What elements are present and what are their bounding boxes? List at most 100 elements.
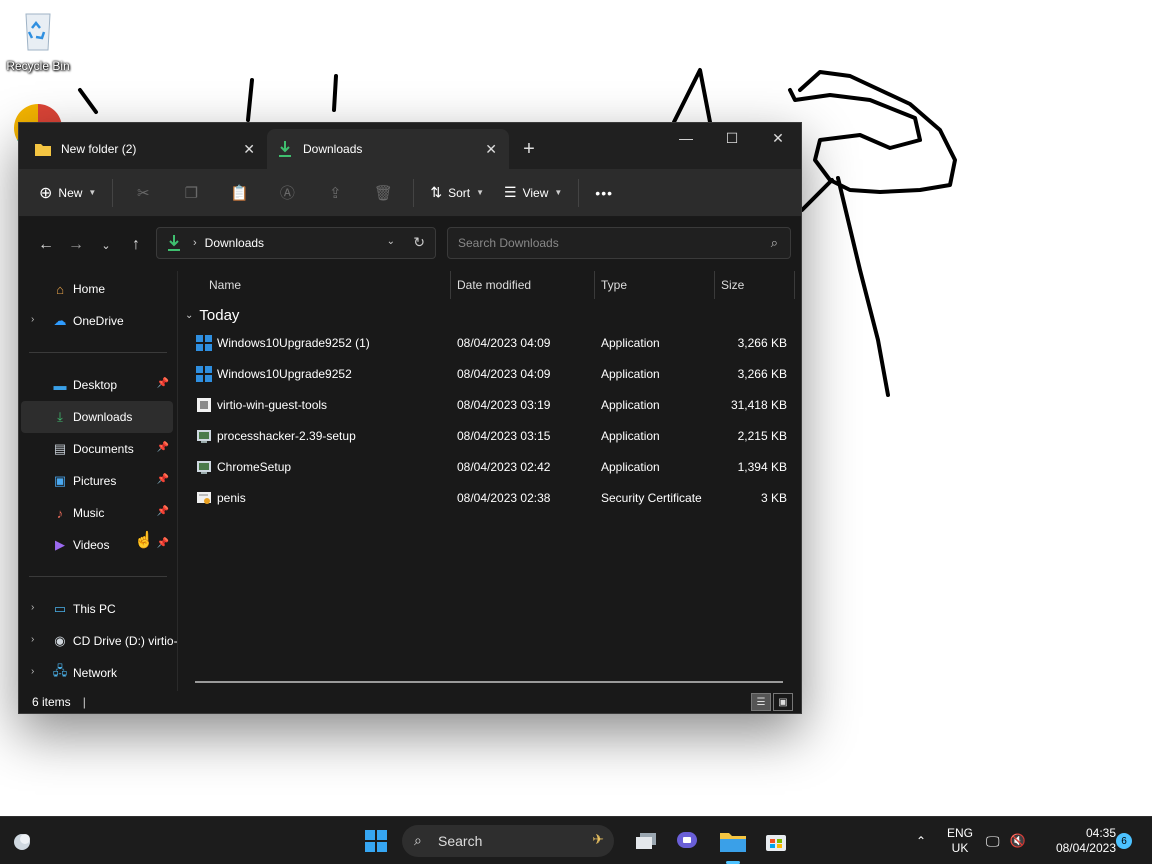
search-input[interactable]: Search Downloads [458,236,559,250]
teams-chat-icon[interactable] [672,825,704,857]
search-box[interactable]: Search Downloads ⌕ [447,227,791,259]
pin-icon[interactable]: 📌 [157,442,169,453]
back-arrow-icon[interactable]: ← [31,230,61,260]
videos-icon: ▶ [55,537,65,552]
table-row[interactable]: Windows10Upgrade9252 (1) 08/04/2023 04:09… [181,328,801,359]
pin-icon[interactable]: 📌 [157,506,169,517]
widgets-icon[interactable] [6,825,38,857]
file-date-modified: 08/04/2023 02:42 [457,460,551,474]
download-icon [167,235,181,251]
group-header-today[interactable]: ⌄ Today [185,307,239,324]
sidebar-item-onedrive[interactable]: › ☁ OneDrive [19,305,177,337]
tab-downloads[interactable]: Downloads ✕ [267,129,509,169]
recycle-bin-label: Recycle Bin [6,59,70,73]
sidebar-item-network[interactable]: › 🖧 Network [19,657,177,689]
file-date-modified: 08/04/2023 03:15 [457,429,551,443]
sidebar-item-pictures[interactable]: ▣ Pictures 📌 [19,465,177,497]
tab-new-folder-2[interactable]: New folder (2) ✕ [25,129,267,169]
more-options-button[interactable]: ••• [585,177,623,209]
task-view-icon[interactable] [630,825,662,857]
cut-icon[interactable]: ✂ [119,177,167,209]
sidebar-item-cd-drive[interactable]: › ◉ CD Drive (D:) virtio- [19,625,177,657]
expand-chevron-icon[interactable]: › [31,634,34,645]
input-language[interactable]: ENG UK [940,826,980,856]
sidebar-item-music[interactable]: ♪ Music 📌 [19,497,177,529]
forward-arrow-icon[interactable]: → [61,230,91,260]
sidebar-item-label: This PC [73,602,116,616]
delete-icon[interactable]: 🗑 [359,177,407,209]
close-tab-icon[interactable]: ✕ [243,141,255,158]
sidebar-item-this-pc[interactable]: › ▭ This PC [19,593,177,625]
search-highlight-icon: ✈ [592,831,604,847]
sidebar-item-downloads[interactable]: ⤓ Downloads [21,401,173,433]
details-view-icon[interactable]: ☰ [751,693,771,711]
expand-chevron-icon[interactable]: › [31,666,34,677]
file-type: Application [601,429,660,443]
chevron-down-icon[interactable]: ⌄ [387,236,395,247]
file-size: 1,394 KB [737,460,787,474]
paste-icon[interactable]: 📋 [215,177,263,209]
sort-button[interactable]: ⇅ Sort ▼ [420,177,494,209]
table-row[interactable]: ChromeSetup 08/04/2023 02:42 Application 1,… [181,452,801,483]
search-label: Search [438,833,483,849]
chevron-down-icon: ▼ [554,188,563,197]
divider [29,576,167,577]
sidebar-item-label: OneDrive [73,314,124,328]
table-row[interactable]: penis 08/04/2023 02:38 Security Certificat… [181,483,801,514]
start-windows-icon[interactable] [360,825,392,857]
pin-icon[interactable]: 📌 [157,378,169,389]
recycle-bin-shortcut[interactable]: Recycle Bin [6,8,70,73]
show-hidden-icons-chevron-icon[interactable]: ⌃ [906,834,936,848]
expand-chevron-icon[interactable]: › [31,314,34,325]
network-volume-tray[interactable]: 🖵 🔇 [986,817,1026,864]
windows-app-icon [195,365,213,383]
new-tab-button[interactable]: + [509,129,549,169]
tiles-view-icon[interactable]: ▣ [773,693,793,711]
column-header-size[interactable]: Size [715,271,795,299]
taskbar-search[interactable]: ⌕ Search ✈ [402,825,614,857]
refresh-icon[interactable]: ↻ [413,234,425,251]
rename-icon[interactable]: Ⓐ [263,177,311,209]
pin-icon[interactable]: 📌 [157,538,169,549]
table-row[interactable]: processhacker-2.39-setup 08/04/2023 03:15… [181,421,801,452]
sidebar-item-home[interactable]: ⌂ Home [19,273,177,305]
expand-chevron-icon[interactable]: › [31,602,34,613]
new-label: New [58,185,83,200]
sidebar-item-label: Downloads [73,410,133,424]
maximize-icon[interactable]: ☐ [709,123,755,153]
recent-locations-chevron-icon[interactable]: ⌄ [91,230,121,260]
sidebar-item-documents[interactable]: ▤ Documents 📌 [19,433,177,465]
sidebar-item-desktop[interactable]: ▬ Desktop 📌 [19,369,177,401]
column-header-name[interactable]: Name [203,271,451,299]
windows-app-icon [195,334,213,352]
column-header-type[interactable]: Type [595,271,715,299]
close-icon[interactable]: ✕ [755,123,801,153]
copy-icon[interactable]: ❐ [167,177,215,209]
file-date-modified: 08/04/2023 04:09 [457,336,551,350]
volume-muted-icon: 🔇 [1009,833,1026,848]
address-bar[interactable]: › Downloads ⌄ ↻ [156,227,436,259]
table-row[interactable]: virtio-win-guest-tools 08/04/2023 03:19 Ap… [181,390,801,421]
sidebar-item-label: Documents [73,442,134,456]
sidebar-item-label: Music [73,506,105,520]
notification-badge[interactable]: 6 [1116,833,1132,849]
up-arrow-icon[interactable]: ↑ [121,230,151,260]
new-button[interactable]: ⊕ New ▼ [29,177,106,209]
item-count: 6 items [32,695,71,709]
search-icon: ⌕ [414,832,422,848]
microsoft-store-icon[interactable] [760,825,792,857]
file-explorer-taskbar-icon[interactable] [717,825,749,857]
column-header-date[interactable]: Date modified [451,271,595,299]
collapse-chevron-icon[interactable]: ⌄ [185,310,193,321]
view-button[interactable]: ☰ View ▼ [494,177,572,209]
minimize-icon[interactable]: — [663,123,709,153]
horizontal-scrollbar[interactable] [195,681,783,683]
taskbar: ⌕ Search ✈ ⌃ ENG UK 🖵 🔇 04:35 08/04/2023… [0,816,1152,864]
share-icon[interactable]: ⇪ [311,177,359,209]
table-row[interactable]: Windows10Upgrade9252 08/04/2023 04:09 Appl… [181,359,801,390]
breadcrumb-downloads[interactable]: Downloads [205,236,264,250]
pane-divider[interactable] [177,271,178,691]
clock[interactable]: 04:35 08/04/2023 [1040,826,1116,856]
close-tab-icon[interactable]: ✕ [485,141,497,158]
pin-icon[interactable]: 📌 [157,474,169,485]
